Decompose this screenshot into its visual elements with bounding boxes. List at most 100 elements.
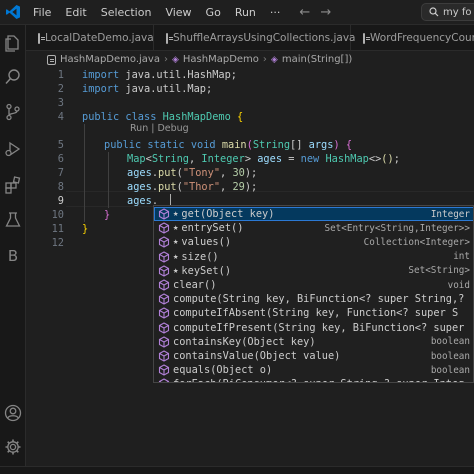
- editor-tab-bar: LocalDateDemo.java ShuffleArraysUsingCol…: [26, 25, 474, 51]
- tab-shuffle-arrays[interactable]: ShuffleArraysUsingCollections.java: [154, 25, 355, 51]
- star-icon: ★: [173, 237, 179, 248]
- java-file-icon: [38, 32, 45, 44]
- tab-label: LocalDateDemo.java: [45, 32, 154, 44]
- line-number: 8: [57, 181, 64, 193]
- tab-label: ShuffleArraysUsingCollections.java: [173, 32, 356, 44]
- breadcrumb: HashMapDemo.java › ◈ HashMapDemo › ◈ mai…: [26, 51, 474, 68]
- star-icon: ★: [173, 223, 179, 234]
- code-line-2: import java.util.Map;: [82, 83, 213, 95]
- code-line-10: }: [104, 209, 111, 221]
- indent-guide: [84, 124, 85, 222]
- method-icon: [158, 236, 170, 249]
- suggestion-item[interactable]: ★ entrySet() Set<Entry<String,Integer>>: [154, 221, 473, 235]
- activity-bar: B: [0, 25, 26, 474]
- method-icon: [158, 350, 170, 362]
- line-number: 5: [57, 139, 64, 151]
- method-icon: ◈: [270, 54, 278, 65]
- testing-icon[interactable]: [3, 210, 23, 230]
- suggestion-item[interactable]: compute(String key, BiFunction<? super S…: [154, 292, 473, 306]
- suggestion-item[interactable]: forEach(BiConsumer<? super String,? supe…: [154, 377, 473, 382]
- suggestion-item[interactable]: equals(Object o) boolean: [154, 363, 473, 377]
- menu-go[interactable]: Go: [199, 6, 228, 19]
- line-number: 1: [57, 69, 64, 81]
- java-file-icon: [166, 32, 173, 44]
- suggestion-type: Set<Entry<String,Integer>>: [324, 222, 470, 234]
- breadcrumb-file[interactable]: HashMapDemo.java: [60, 54, 160, 65]
- java-file-icon: [363, 32, 370, 44]
- forward-arrow-icon[interactable]: →: [320, 5, 331, 20]
- suggestion-label: equals(Object o): [173, 364, 273, 377]
- suggestion-label: forEach(BiConsumer<? super String,? supe…: [173, 378, 464, 382]
- line-number: 12: [51, 237, 64, 249]
- method-icon: [158, 208, 170, 220]
- suggestion-label: entrySet(): [181, 222, 244, 235]
- command-center-search[interactable]: my fo: [421, 3, 474, 21]
- status-bar: [0, 466, 474, 474]
- line-number: 7: [57, 167, 64, 179]
- method-icon: [158, 322, 170, 334]
- search-icon[interactable]: [3, 67, 23, 87]
- line-number: 4: [57, 111, 64, 123]
- explorer-icon[interactable]: [3, 33, 23, 53]
- account-icon[interactable]: [3, 403, 23, 423]
- tab-local-date-demo[interactable]: LocalDateDemo.java: [26, 25, 154, 51]
- suggestion-item[interactable]: ★ size() int: [154, 250, 473, 264]
- suggestion-item[interactable]: containsKey(Object key) boolean: [154, 335, 473, 349]
- star-icon: ★: [173, 251, 179, 262]
- menu-run[interactable]: Run: [228, 6, 263, 19]
- suggestion-type: Integer: [430, 208, 470, 220]
- menu-file[interactable]: File: [26, 6, 58, 19]
- back-arrow-icon[interactable]: ←: [299, 5, 310, 20]
- extensions-icon[interactable]: [3, 175, 23, 195]
- b-extension-icon[interactable]: B: [3, 246, 23, 266]
- method-icon: [158, 378, 170, 382]
- tab-label: WordFrequencyCounte: [370, 32, 474, 44]
- suggestion-type: Collection<Integer>: [363, 236, 470, 248]
- code-line-5: public static void main(String[] args) {: [104, 139, 353, 151]
- code-line-4: public class HashMapDemo {: [82, 111, 244, 123]
- suggestion-label: clear(): [173, 279, 217, 292]
- suggestion-item[interactable]: computeIfAbsent(String key, Function<? s…: [154, 306, 473, 320]
- suggestion-type: boolean: [430, 336, 470, 348]
- settings-gear-icon[interactable]: [3, 437, 23, 457]
- suggestion-item[interactable]: computeIfPresent(String key, BiFunction<…: [154, 321, 473, 335]
- suggest-widget[interactable]: ★ get(Object key) Integer ★ entrySet() Set<En…: [153, 205, 474, 383]
- tab-word-frequency[interactable]: WordFrequencyCounte: [351, 25, 474, 51]
- code-line-1: import java.util.HashMap;: [82, 69, 237, 81]
- suggestion-label: values(): [181, 236, 232, 249]
- breadcrumb-separator-icon: ›: [262, 54, 267, 65]
- method-icon: [158, 265, 170, 277]
- indent-guide: [108, 152, 109, 208]
- star-icon: ★: [173, 265, 179, 276]
- menu-view[interactable]: View: [158, 6, 198, 19]
- code-line-7: ages.put("Tony", 30);: [127, 167, 258, 179]
- codelens-run-debug[interactable]: Run | Debug: [130, 123, 189, 134]
- suggestion-item[interactable]: clear() void: [154, 278, 473, 292]
- method-icon: [158, 251, 170, 263]
- suggestion-item[interactable]: ★ keySet() Set<String>: [154, 264, 473, 278]
- code-line-11: }: [82, 223, 89, 235]
- code-line-8: ages.put("Thor", 29);: [127, 181, 258, 193]
- suggestion-label: containsKey(Object key): [173, 335, 316, 348]
- menu-edit[interactable]: Edit: [58, 6, 93, 19]
- run-debug-icon[interactable]: [3, 139, 23, 159]
- menu-more[interactable]: ···: [263, 6, 288, 19]
- code-line-6: Map<String, Integer> ages = new HashMap<…: [127, 153, 400, 165]
- suggestion-item[interactable]: containsValue(Object value) boolean: [154, 349, 473, 363]
- suggestion-item[interactable]: ★ get(Object key) Integer: [154, 207, 473, 222]
- method-icon: [158, 336, 170, 348]
- line-number: 2: [57, 83, 64, 95]
- star-icon: ★: [173, 209, 179, 220]
- breadcrumb-class[interactable]: HashMapDemo: [183, 54, 259, 65]
- suggestion-label: compute(String key, BiFunction<? super S…: [173, 293, 464, 306]
- breadcrumb-method[interactable]: main(String[]): [282, 54, 352, 65]
- menu-selection[interactable]: Selection: [94, 6, 159, 19]
- method-icon: [158, 307, 170, 320]
- suggestion-item[interactable]: ★ values() Collection<Integer>: [154, 235, 473, 249]
- command-center-text: my fo: [443, 6, 472, 18]
- suggestion-label: keySet(): [181, 264, 232, 277]
- source-control-icon[interactable]: [3, 102, 23, 122]
- method-icon: [158, 222, 170, 234]
- suggestion-label: containsValue(Object value): [173, 350, 341, 363]
- line-number: 6: [57, 153, 64, 165]
